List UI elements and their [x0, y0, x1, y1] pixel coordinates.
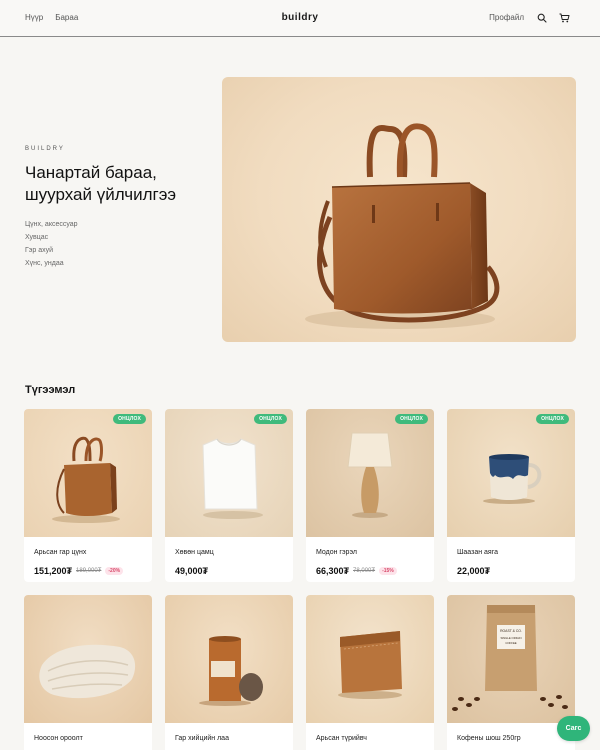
product-card[interactable]: ОНЦЛОХ Модон гэрэл 66,300₮ 78,000₮ -15%	[306, 409, 434, 582]
featured-badge: ОНЦЛОХ	[395, 414, 428, 424]
category-link-clothing[interactable]: Хувцас	[25, 234, 215, 241]
product-image-candle	[165, 595, 293, 723]
product-image-wool-scarf	[24, 595, 152, 723]
floating-cart-button[interactable]: Сагс	[557, 716, 590, 741]
hero-title-line-2: шуурхай үйлчилгээ	[25, 185, 177, 204]
product-image-coffee-beans: ROAST & CO. SINGLE ORIGIN COFFEE	[447, 595, 575, 723]
product-image-wood-lamp: ОНЦЛОХ	[306, 409, 434, 537]
product-name: Арьсан түрийвч	[316, 735, 367, 742]
product-price: 49,000₮	[175, 566, 209, 576]
coffee-label-line2: SINGLE ORIGIN	[501, 636, 522, 640]
price-row: 151,200₮ 189,000₮ -20%	[34, 566, 124, 576]
featured-badge: ОНЦЛОХ	[113, 414, 146, 424]
hero-image-leather-handbag	[222, 77, 576, 342]
product-card[interactable]: ROAST & CO. SINGLE ORIGIN COFFEE Кофены …	[447, 595, 575, 750]
product-image-leather-wallet	[306, 595, 434, 723]
product-image-handbag: ОНЦЛОХ	[24, 409, 152, 537]
product-name: Хөвөн цамц	[175, 549, 214, 556]
product-price: 151,200₮	[34, 566, 73, 576]
product-name: Кофены шош 250гр	[457, 735, 521, 742]
category-link-food[interactable]: Хүнс, ундаа	[25, 260, 215, 267]
product-name: Арьсан гар цүнх	[34, 549, 87, 556]
discount-badge: -20%	[105, 567, 124, 575]
coffee-label-line1: ROAST & CO.	[500, 629, 522, 633]
price-row: 66,300₮ 78,000₮ -15%	[316, 566, 397, 576]
cart-icon[interactable]	[559, 12, 570, 23]
product-name: Модон гэрэл	[316, 549, 357, 556]
product-name: Шаазан аяга	[457, 549, 499, 556]
product-price: 66,300₮	[316, 566, 350, 576]
category-link-bags[interactable]: Цүнх, аксессуар	[25, 221, 215, 228]
site-header: Нүүр Бараа buildry Профайл	[0, 0, 600, 37]
category-link-home[interactable]: Гэр ахуй	[25, 247, 215, 254]
product-card[interactable]: Гар хийцийн лаа	[165, 595, 293, 750]
product-card[interactable]: ОНЦЛОХ Хөвөн цамц 49,000₮	[165, 409, 293, 582]
header-actions: Профайл	[489, 12, 570, 23]
hero-title-line-1: Чанартай бараа,	[25, 163, 157, 182]
profile-link[interactable]: Профайл	[489, 13, 524, 22]
section-title-popular: Түгээмэл	[25, 384, 76, 396]
product-old-price: 78,000₮	[353, 568, 376, 574]
product-card[interactable]: Арьсан түрийвч	[306, 595, 434, 750]
coffee-label-line3: COFFEE	[505, 641, 516, 645]
product-image-ceramic-mug: ОНЦЛОХ	[447, 409, 575, 537]
hero-text: BUILDRY Чанартай бараа, шуурхай үйлчилгэ…	[25, 146, 215, 267]
product-price: 22,000₮	[457, 566, 491, 576]
product-name: Гар хийцийн лаа	[175, 735, 229, 742]
product-name: Ноосон ороолт	[34, 735, 83, 742]
price-row: 49,000₮	[175, 566, 208, 576]
category-list: Цүнх, аксессуар Хувцас Гэр ахуй Хүнс, ун…	[25, 221, 215, 267]
product-old-price: 189,000₮	[76, 568, 102, 574]
discount-badge: -15%	[379, 567, 397, 575]
featured-badge: ОНЦЛОХ	[254, 414, 287, 424]
search-icon[interactable]	[536, 12, 547, 23]
price-row: 22,000₮	[457, 566, 490, 576]
product-card[interactable]: Ноосон ороолт	[24, 595, 152, 750]
hero-title: Чанартай бараа, шуурхай үйлчилгээ	[25, 162, 215, 206]
hero-eyebrow: BUILDRY	[25, 146, 65, 152]
product-card[interactable]: ОНЦЛОХ Арьсан гар цүнх 151,200₮ 189,000₮…	[24, 409, 152, 582]
product-card[interactable]: ОНЦЛОХ Шаазан аяга 22,000₮	[447, 409, 575, 582]
featured-badge: ОНЦЛОХ	[536, 414, 569, 424]
product-image-tshirt: ОНЦЛОХ	[165, 409, 293, 537]
